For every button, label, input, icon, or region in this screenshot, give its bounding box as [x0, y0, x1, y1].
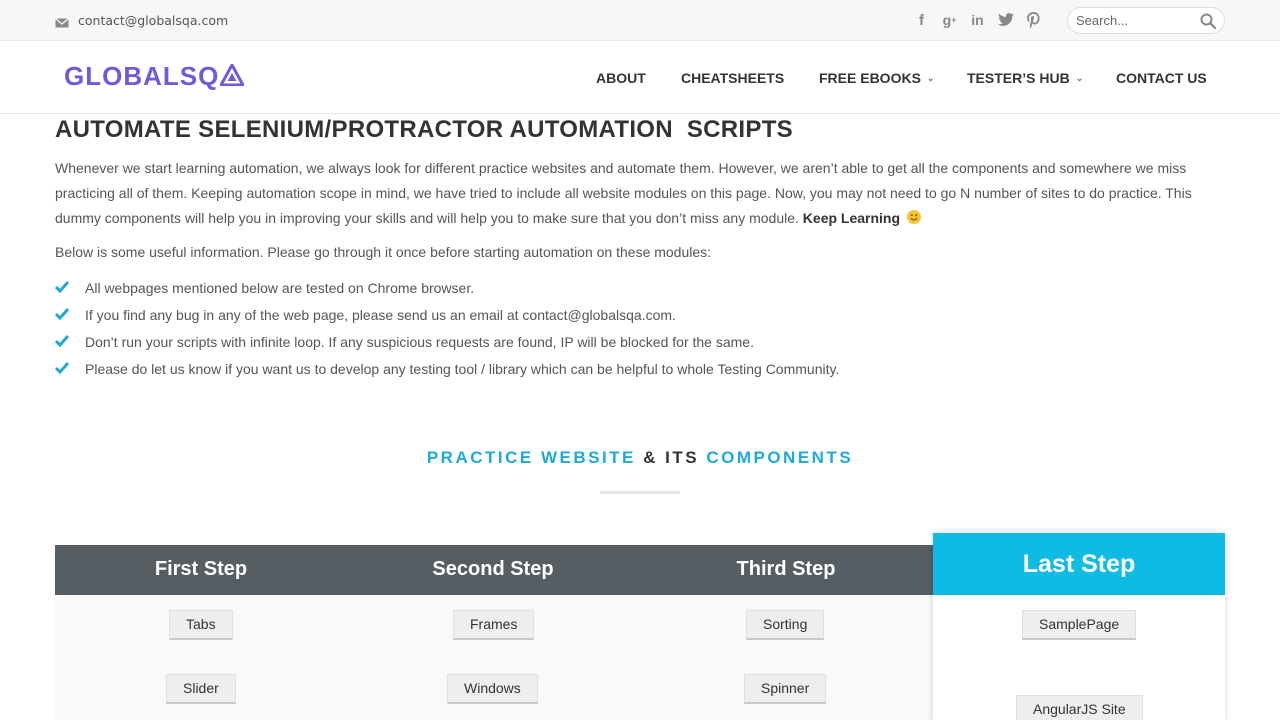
frames-button[interactable]: Frames [453, 610, 535, 640]
section-title-part2: & ITS [643, 448, 700, 467]
list-item: All webpages mentioned below are tested … [54, 280, 839, 307]
section-title-part3: COMPONENTS [706, 448, 854, 467]
search-box [1067, 7, 1225, 34]
nav-label: CHEATSHEETS [681, 70, 785, 86]
info-paragraph: Below is some useful information. Please… [55, 244, 712, 260]
nav-label: TESTER’S HUB [967, 70, 1070, 86]
google-plus-icon[interactable]: g + [940, 10, 959, 30]
linkedin-icon[interactable]: in [968, 10, 987, 30]
site-header: GLOBALSQ ABOUT CHEATSHEETS FREE EBOOKS ⌄ … [0, 41, 1280, 114]
intro-bold: Keep Learning [802, 210, 901, 226]
tabs-button[interactable]: Tabs [169, 610, 233, 640]
step-title-first: First Step [154, 558, 248, 580]
nav-label: FREE EBOOKS [819, 70, 921, 86]
search-input[interactable] [1076, 13, 1194, 28]
list-item: Please do let us know if you want us to … [54, 361, 840, 388]
nav-label: CONTACT US [1116, 70, 1207, 86]
nav-item-cheatsheets[interactable]: CHEATSHEETS [681, 70, 784, 86]
list-item-text: Don’t run your scripts with infinite loo… [85, 334, 754, 350]
section-title: PRACTICE WEBSITE & ITS COMPONENTS [0, 448, 1280, 468]
nav-item-free-ebooks[interactable]: FREE EBOOKS ⌄ [819, 70, 934, 86]
chevron-down-icon: ⌄ [926, 73, 935, 83]
nav-item-about[interactable]: ABOUT [596, 70, 646, 86]
logo-triangle-icon [218, 61, 246, 90]
sorting-button[interactable]: Sorting [746, 610, 825, 640]
spinner-button[interactable]: Spinner [744, 674, 827, 704]
samplepage-button[interactable]: SamplePage [1022, 610, 1137, 640]
logo[interactable]: GLOBALSQ [64, 61, 246, 92]
check-icon [54, 334, 85, 352]
smiley-icon [906, 210, 921, 224]
list-item-text: Please do let us know if you want us to … [85, 361, 840, 377]
chevron-down-icon: ⌄ [1075, 73, 1084, 83]
top-bar: contact@globalsqa.com f g + in [0, 0, 1280, 41]
windows-button[interactable]: Windows [447, 674, 538, 704]
nav-item-contact-us[interactable]: CONTACT US [1116, 70, 1207, 86]
slider-button[interactable]: Slider [166, 674, 236, 704]
intro-text: Whenever we start learning automation, w… [55, 160, 1192, 226]
search-icon[interactable] [1200, 13, 1217, 30]
mail-icon [55, 16, 69, 27]
nav-item-testers-hub[interactable]: TESTER’S HUB ⌄ [967, 70, 1083, 86]
facebook-icon[interactable]: f [912, 10, 931, 30]
list-item: If you find any bug in any of the web pa… [54, 307, 839, 334]
twitter-icon[interactable] [996, 10, 1015, 30]
nav-label: ABOUT [596, 70, 646, 86]
page-title: AUTOMATE SELENIUM/PROTRACTOR AUTOMATION … [55, 116, 793, 143]
step-title-last: Last Step [933, 533, 1225, 595]
pinterest-icon[interactable] [1024, 10, 1043, 30]
check-icon [54, 280, 85, 298]
social-links: f g + in [912, 10, 1043, 30]
step-title-second: Second Step [432, 558, 554, 580]
logo-text: GLOBALSQ [64, 61, 220, 91]
list-item-text: All webpages mentioned below are tested … [85, 280, 475, 296]
last-step-card: Last Step SamplePage AngularJS Site [933, 533, 1225, 720]
angularjs-site-button[interactable]: AngularJS Site [1016, 695, 1143, 720]
check-icon [54, 361, 85, 379]
check-icon [54, 307, 85, 325]
section-title-part1: PRACTICE WEBSITE [426, 448, 636, 467]
intro-paragraph: Whenever we start learning automation, w… [55, 156, 1225, 231]
list-item: Don’t run your scripts with infinite loo… [54, 334, 839, 361]
step-title-third: Third Step [736, 558, 836, 580]
contact-email[interactable]: contact@globalsqa.com [55, 13, 228, 28]
info-checklist: All webpages mentioned below are tested … [54, 280, 840, 388]
list-item-text: If you find any bug in any of the web pa… [85, 307, 676, 323]
section-divider [600, 491, 680, 494]
contact-email-text[interactable]: contact@globalsqa.com [78, 13, 228, 28]
